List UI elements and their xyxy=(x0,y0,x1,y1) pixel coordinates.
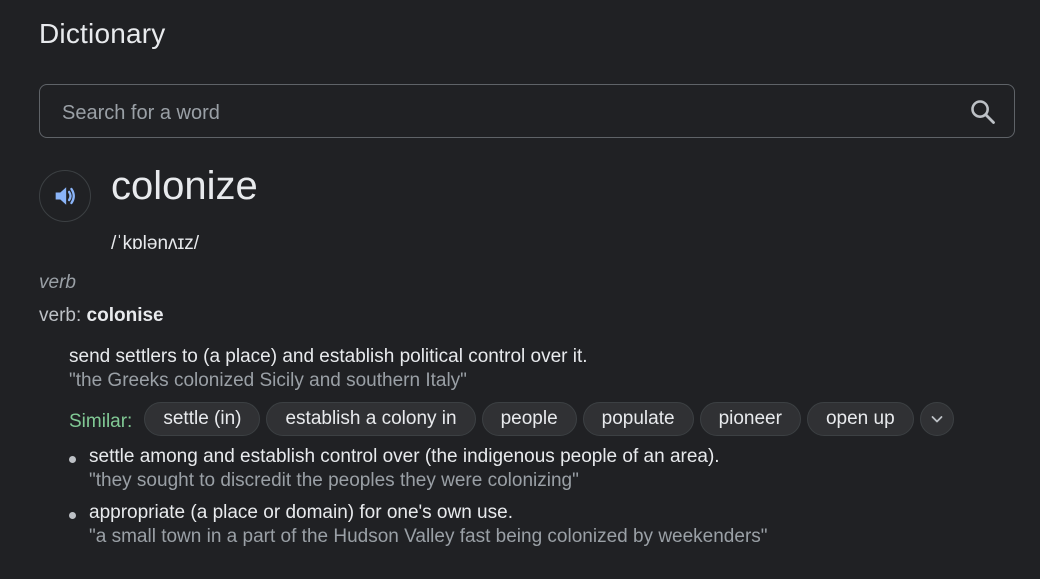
example: "the Greeks colonized Sicily and souther… xyxy=(69,370,467,391)
similar-chip[interactable]: populate xyxy=(582,402,694,436)
search-box xyxy=(39,84,1015,138)
search-button[interactable] xyxy=(968,97,998,127)
page-title: Dictionary xyxy=(39,18,166,49)
similar-chip[interactable]: settle (in) xyxy=(144,402,261,436)
definition: send settlers to (a place) and establish… xyxy=(69,346,588,367)
speaker-icon xyxy=(55,187,75,205)
expand-similar-button[interactable] xyxy=(919,402,954,436)
subsense-definition: appropriate (a place or domain) for one'… xyxy=(89,502,513,523)
headword: colonize xyxy=(111,164,258,208)
part-of-speech: verb xyxy=(39,272,76,293)
search-input[interactable] xyxy=(60,97,944,129)
subsense-example: "a small town in a part of the Hudson Va… xyxy=(89,526,768,547)
similar-chip[interactable]: pioneer xyxy=(699,402,801,436)
variant-line: verb: colonise xyxy=(39,305,164,327)
subsense-definition: settle among and establish control over … xyxy=(89,446,720,467)
similar-label: Similar: xyxy=(69,411,133,432)
variant-label: verb xyxy=(39,305,76,326)
pronounce-button[interactable] xyxy=(39,170,91,222)
variant-separator: : xyxy=(75,305,87,326)
subsense-example: "they sought to discredit the peoples th… xyxy=(89,470,579,491)
similar-chip[interactable]: open up xyxy=(806,402,914,436)
bullet xyxy=(69,512,76,519)
similar-chip[interactable]: people xyxy=(481,402,577,436)
phonetic: /ˈkɒlənʌɪz/ xyxy=(111,233,200,254)
similar-chip[interactable]: establish a colony in xyxy=(266,402,476,436)
similar-words: Similar: settle (in) establish a colony … xyxy=(69,401,954,437)
search-icon xyxy=(971,100,995,124)
variant-word: colonise xyxy=(86,305,164,326)
bullet xyxy=(69,456,76,463)
chevron-down-icon xyxy=(931,416,943,423)
